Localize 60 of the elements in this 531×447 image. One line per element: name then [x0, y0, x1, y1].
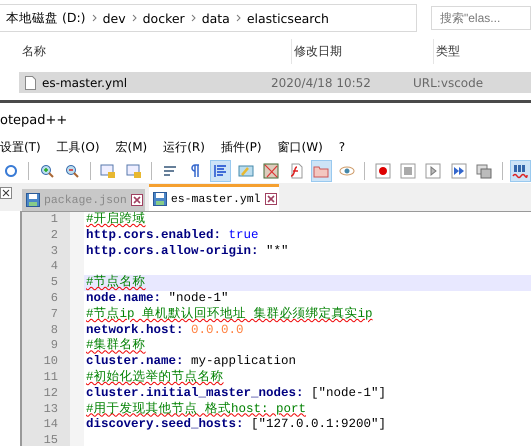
chevron-icon — [236, 14, 241, 22]
window-title: otepad++ — [0, 112, 68, 128]
code-line: #节点ip 单机默认回环地址 集群必须绑定真实ip — [85, 306, 373, 323]
chevron-icon — [92, 14, 97, 22]
file-date: 2020/4/18 10:52 — [271, 76, 372, 90]
code-line: #集群名称 — [85, 338, 146, 354]
line-number: 14 — [22, 417, 84, 434]
breadcrumb[interactable]: elasticsearch — [240, 10, 335, 26]
search-field[interactable]: 搜索"elas... — [431, 6, 531, 30]
line-number: 2 — [22, 228, 84, 244]
line-number: 3 — [22, 244, 84, 260]
menu-item[interactable]: 设置(T) — [0, 138, 41, 156]
code-line: #用于发现其他节点 格式host: port — [85, 402, 306, 418]
close-icon[interactable] — [264, 193, 277, 205]
close-icon[interactable] — [130, 194, 143, 206]
file-name: es-master.yml — [42, 76, 128, 90]
line-number: 6 — [22, 290, 84, 307]
menu-item[interactable]: 工具(O) — [56, 138, 100, 156]
line-number: 12 — [22, 386, 84, 402]
file-icon — [25, 76, 36, 90]
code-line: http.cors.allow-origin: "*" — [85, 244, 289, 260]
breadcrumb[interactable]: dev — [96, 10, 132, 26]
file-tab[interactable]: es-master.yml — [148, 184, 279, 211]
column-header[interactable]: 名称 — [20, 38, 292, 64]
chevron-icon — [190, 14, 196, 22]
file-row[interactable]: es-master.yml 2020/4/18 10:52 URL:vscode — [19, 72, 531, 93]
line-number: 15 — [22, 433, 84, 446]
code-line: network.host: 0.0.0.0 — [85, 322, 244, 338]
line-number: 7 — [22, 306, 84, 323]
close-button[interactable] — [0, 187, 12, 199]
menu-item[interactable]: ? — [338, 140, 346, 154]
menu-item[interactable]: 运行(R) — [163, 138, 205, 156]
chevron-icon — [132, 14, 137, 22]
menu-item[interactable]: 插件(P) — [220, 138, 262, 156]
save-icon — [26, 193, 40, 207]
breadcrumb[interactable]: data — [196, 10, 236, 26]
line-number: 4 — [22, 259, 84, 276]
address-bar[interactable]: 本地磁盘 (D:) dev docker data elasticsearch — [0, 4, 417, 32]
code-line: cluster.name: my-application — [85, 354, 296, 370]
code-line: node.name: "node-1" — [85, 290, 229, 306]
code-line: http.cors.enabled: true — [85, 228, 259, 244]
code-line: discovery.seed_hosts: ["127.0.0.1:9200"] — [85, 417, 386, 434]
line-number: 1 — [22, 212, 84, 228]
line-number: 11 — [22, 370, 84, 386]
column-header[interactable]: 修改日期 — [292, 38, 434, 64]
breadcrumb[interactable]: docker — [136, 10, 191, 26]
line-number: 10 — [22, 354, 84, 370]
code-line: #初始化选举的节点名称 — [85, 370, 224, 386]
code-line: #节点名称 — [85, 275, 146, 291]
menu-item[interactable]: 窗口(W) — [278, 138, 323, 156]
code-line: cluster.initial_master_nodes: ["node-1"] — [85, 386, 386, 402]
line-number: 9 — [22, 338, 84, 354]
save-icon — [152, 192, 167, 206]
line-number: 5 — [22, 275, 84, 291]
line-number: 8 — [22, 322, 84, 338]
breadcrumb[interactable]: 本地磁盘 (D:) — [0, 10, 92, 26]
menu-item[interactable]: 宏(M) — [116, 138, 148, 156]
file-type: URL:vscode — [413, 76, 484, 90]
column-header[interactable]: 类型 — [434, 38, 531, 64]
line-number: 13 — [22, 402, 84, 418]
